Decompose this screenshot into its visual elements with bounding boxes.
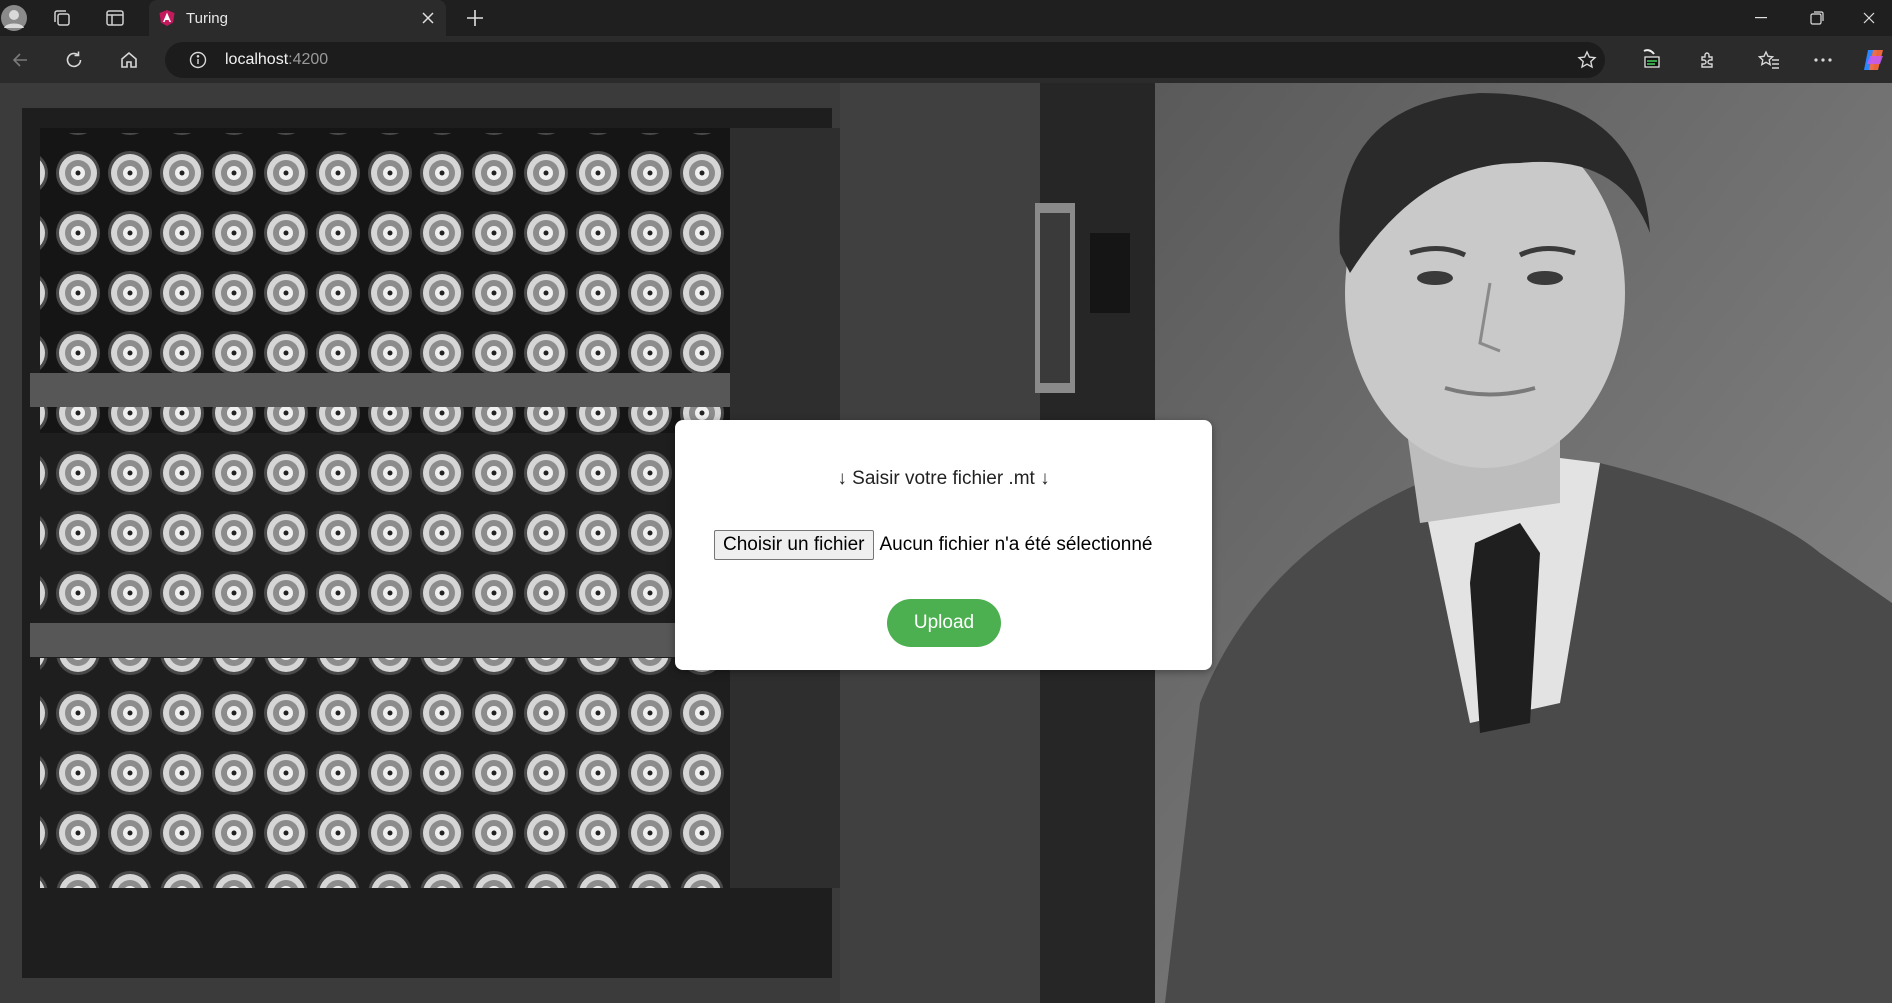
extensions-icon[interactable] — [1688, 36, 1728, 83]
profile-icon[interactable] — [0, 0, 28, 36]
file-status-text: Aucun fichier n'a été sélectionné — [879, 534, 1153, 555]
tab-turing[interactable]: Turing — [149, 0, 446, 36]
close-icon[interactable] — [422, 12, 434, 24]
restore-icon[interactable] — [1789, 0, 1845, 36]
page-viewport: ↓ Saisir votre fichier .mt ↓ Choisir un … — [0, 83, 1892, 1003]
choose-file-button[interactable]: Choisir un fichier — [714, 530, 874, 560]
upload-instruction: ↓ Saisir votre fichier .mt ↓ — [837, 468, 1050, 489]
browser-titlebar: Turing — [0, 0, 1892, 36]
extension-feature-icon[interactable] — [1632, 36, 1672, 83]
favorite-star-icon[interactable] — [1567, 36, 1607, 83]
home-icon[interactable] — [109, 36, 149, 83]
window-close-icon[interactable] — [1845, 0, 1892, 36]
angular-favicon — [158, 9, 176, 27]
address-url[interactable]: localhost:4200 — [225, 49, 328, 71]
collections-icon[interactable] — [48, 0, 76, 36]
new-tab-icon[interactable] — [461, 0, 489, 36]
url-port: :4200 — [288, 51, 329, 68]
copilot-icon[interactable] — [1855, 36, 1892, 83]
back-icon[interactable] — [0, 36, 40, 83]
minimize-icon[interactable] — [1733, 0, 1789, 36]
refresh-icon[interactable] — [54, 36, 94, 83]
url-host: localhost — [225, 51, 289, 68]
address-bar[interactable] — [165, 42, 1605, 78]
more-icon[interactable] — [1803, 36, 1843, 83]
info-icon[interactable] — [178, 36, 218, 83]
file-input[interactable]: Choisir un fichier Aucun fichier n'a été… — [714, 530, 1152, 560]
upload-card: ↓ Saisir votre fichier .mt ↓ Choisir un … — [675, 420, 1212, 670]
favorites-icon[interactable] — [1749, 36, 1789, 83]
tab-actions-icon[interactable] — [101, 0, 129, 36]
upload-button[interactable]: Upload — [887, 599, 1001, 647]
tab-title: Turing — [186, 9, 228, 27]
